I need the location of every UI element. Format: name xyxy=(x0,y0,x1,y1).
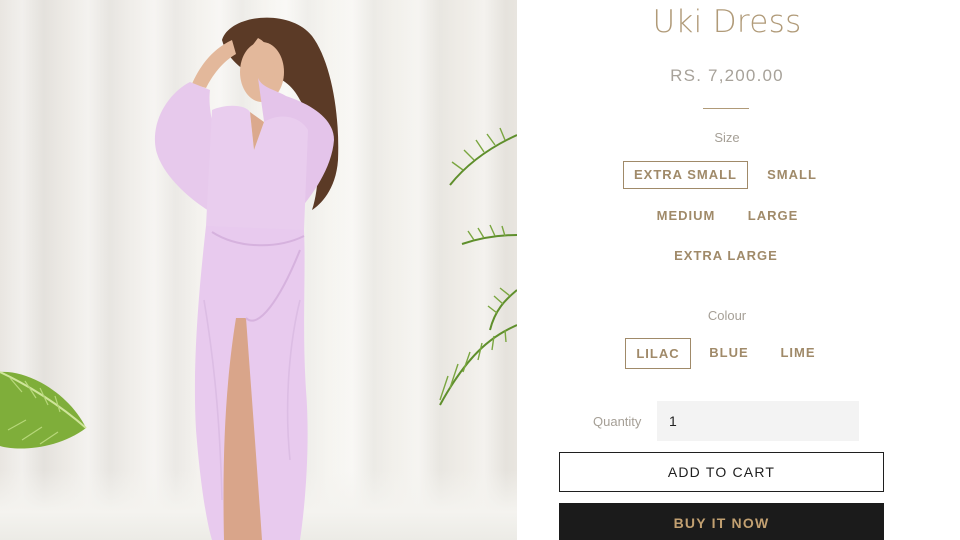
product-image[interactable] xyxy=(0,0,517,540)
palm-leaflets xyxy=(439,127,511,401)
product-page: Uki Dress RS. 7,200.00 Size EXTRA SMALL … xyxy=(0,0,960,540)
size-option-small[interactable]: SMALL xyxy=(759,161,825,189)
quantity-input[interactable] xyxy=(657,401,859,441)
size-option-extra-small[interactable]: EXTRA SMALL xyxy=(623,161,748,189)
size-option-extra-large[interactable]: EXTRA LARGE xyxy=(667,242,785,270)
palm-right xyxy=(439,134,517,406)
colour-option-lime[interactable]: LIME xyxy=(771,339,825,367)
title-divider xyxy=(703,108,749,109)
colour-label: Colour xyxy=(707,308,747,323)
model xyxy=(154,17,339,540)
product-details: Uki Dress RS. 7,200.00 Size EXTRA SMALL … xyxy=(517,0,960,540)
product-price: RS. 7,200.00 xyxy=(670,66,784,85)
quantity-label: Quantity xyxy=(593,414,642,429)
size-option-medium[interactable]: MEDIUM xyxy=(647,202,725,230)
colour-option-blue[interactable]: BLUE xyxy=(703,339,755,367)
photo-scene xyxy=(0,17,517,540)
colour-option-lilac[interactable]: LILAC xyxy=(625,338,691,369)
size-label: Size xyxy=(714,130,740,145)
add-to-cart-button[interactable]: ADD TO CART xyxy=(559,452,884,492)
buy-it-now-button[interactable]: BUY IT NOW xyxy=(559,503,884,540)
product-title: Uki Dress xyxy=(652,4,802,40)
leaf-left xyxy=(0,371,87,449)
size-option-large[interactable]: LARGE xyxy=(741,202,805,230)
